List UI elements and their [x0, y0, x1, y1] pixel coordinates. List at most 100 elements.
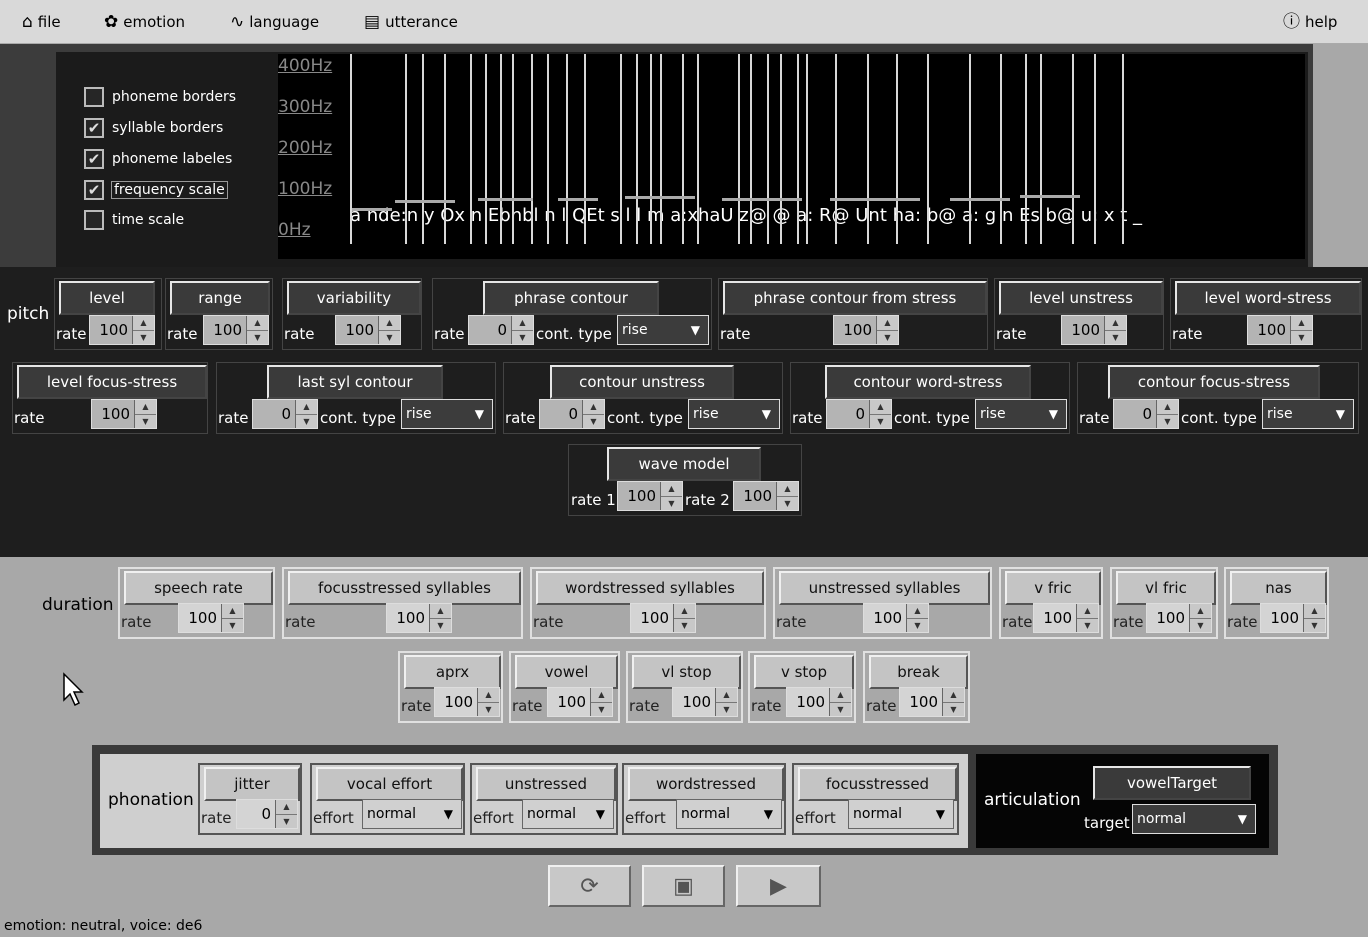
arrow-up-icon[interactable]: ▲ [222, 604, 243, 619]
arrow-up-icon[interactable]: ▲ [430, 604, 451, 619]
spinner-value[interactable]: 100 [1261, 604, 1303, 632]
checkbox-box[interactable] [84, 87, 104, 107]
arrow-down-icon[interactable]: ▼ [1105, 330, 1126, 344]
arrow-down-icon[interactable]: ▼ [674, 618, 695, 632]
spinner-arrows[interactable]: ▲ ▼ [660, 482, 682, 510]
phonation-wordstressed-effort-select[interactable]: normal ▼ [676, 799, 782, 829]
menu-emotion[interactable]: ✿ emotion [104, 10, 185, 34]
pitch-contour-unstress-rate-spinner[interactable]: 0 ▲ ▼ [539, 399, 605, 429]
checkbox-box[interactable]: ✔ [84, 180, 104, 200]
arrow-down-icon[interactable]: ▼ [478, 702, 499, 716]
menu-file[interactable]: ⌂ file [22, 10, 61, 34]
spinner-value[interactable]: 100 [787, 688, 829, 716]
pitch-last-syl-contour-button[interactable]: last syl contour [267, 365, 443, 399]
spinner-value[interactable]: 100 [387, 604, 429, 632]
phonation-vocal-effort-effort-select[interactable]: normal ▼ [362, 799, 462, 829]
spinner-value[interactable]: 100 [548, 688, 590, 716]
spinner-value[interactable]: 100 [864, 604, 906, 632]
arrow-up-icon[interactable]: ▲ [379, 316, 400, 331]
duration-focusstressed-syllables-rate-spinner[interactable]: 100 ▲ ▼ [386, 603, 452, 633]
spinner-arrows[interactable]: ▲ ▼ [132, 316, 154, 344]
phonation-focusstressed-effort-select[interactable]: normal ▼ [848, 799, 954, 829]
pitch-contour-word-stress-type-select[interactable]: rise ▼ [975, 399, 1067, 429]
arrow-down-icon[interactable]: ▼ [133, 330, 154, 344]
arrow-down-icon[interactable]: ▼ [877, 330, 898, 344]
arrow-down-icon[interactable]: ▼ [247, 330, 268, 344]
duration-nas-rate-spinner[interactable]: 100 ▲ ▼ [1260, 603, 1326, 633]
spinner-arrows[interactable]: ▲ ▼ [429, 604, 451, 632]
spinner-arrows[interactable]: ▲ ▼ [378, 316, 400, 344]
arrow-down-icon[interactable]: ▼ [907, 618, 928, 632]
duration-vl-stop-rate-spinner[interactable]: 100 ▲ ▼ [672, 687, 738, 717]
pitch-phrase-contour-from-stress-button[interactable]: phrase contour from stress [723, 281, 987, 315]
arrow-down-icon[interactable]: ▼ [830, 702, 851, 716]
spinner-arrows[interactable]: ▲ ▼ [715, 688, 737, 716]
pitch-contour-focus-stress-type-select[interactable]: rise ▼ [1262, 399, 1354, 429]
duration-unstressed-syllables-button[interactable]: unstressed syllables [779, 571, 990, 605]
arrow-up-icon[interactable]: ▲ [1157, 400, 1178, 415]
checkbox-box[interactable]: ✔ [84, 149, 104, 169]
spinner-value[interactable]: 100 [1147, 604, 1189, 632]
spinner-value[interactable]: 100 [631, 604, 673, 632]
duration-aprx-button[interactable]: aprx [404, 655, 501, 689]
spinner-value[interactable]: 0 [827, 400, 869, 428]
pitch-level-word-stress-button[interactable]: level word-stress [1175, 281, 1361, 315]
arrow-up-icon[interactable]: ▲ [135, 400, 156, 415]
arrow-up-icon[interactable]: ▲ [830, 688, 851, 703]
arrow-down-icon[interactable]: ▼ [716, 702, 737, 716]
arrow-up-icon[interactable]: ▲ [777, 482, 798, 497]
spinner-value[interactable]: 0 [469, 316, 511, 344]
spinner-value[interactable]: 100 [204, 316, 246, 344]
pitch-level-word-stress-rate-spinner[interactable]: 100 ▲ ▼ [1247, 315, 1313, 345]
duration-break-button[interactable]: break [869, 655, 968, 689]
arrow-down-icon[interactable]: ▼ [379, 330, 400, 344]
arrow-up-icon[interactable]: ▲ [512, 316, 533, 331]
pitch-last-syl-contour-rate-spinner[interactable]: 0 ▲ ▼ [252, 399, 318, 429]
arrow-down-icon[interactable]: ▼ [661, 496, 682, 510]
pitch-contour-word-stress-rate-spinner[interactable]: 0 ▲ ▼ [826, 399, 892, 429]
spinner-value[interactable]: 100 [618, 482, 660, 510]
pitch-last-syl-contour-type-select[interactable]: rise ▼ [401, 399, 493, 429]
spinner-arrows[interactable]: ▲ ▼ [1104, 316, 1126, 344]
arrow-down-icon[interactable]: ▼ [591, 702, 612, 716]
spinner-value[interactable]: 100 [1248, 316, 1290, 344]
pitch-level-focus-stress-rate-spinner[interactable]: 100 ▲ ▼ [91, 399, 157, 429]
target-select[interactable]: normal ▼ [1132, 804, 1256, 834]
duration-v-fric-rate-spinner[interactable]: 100 ▲ ▼ [1033, 603, 1099, 633]
arrow-up-icon[interactable]: ▲ [943, 688, 964, 703]
phonation-wordstressed-button[interactable]: wordstressed [628, 767, 784, 801]
arrow-down-icon[interactable]: ▼ [1077, 618, 1098, 632]
pitch-level-rate-spinner[interactable]: 100 ▲ ▼ [89, 315, 155, 345]
spinner-value[interactable]: 0 [1114, 400, 1156, 428]
spinner-arrows[interactable]: ▲ ▼ [134, 400, 156, 428]
phonation-unstressed-button[interactable]: unstressed [476, 767, 616, 801]
duration-vl-fric-button[interactable]: vl fric [1116, 571, 1216, 605]
duration-aprx-rate-spinner[interactable]: 100 ▲ ▼ [434, 687, 500, 717]
arrow-down-icon[interactable]: ▼ [1304, 618, 1325, 632]
pitch-range-button[interactable]: range [170, 281, 270, 315]
play-button[interactable]: ▶ [736, 865, 821, 907]
arrow-down-icon[interactable]: ▼ [943, 702, 964, 716]
spinner-value[interactable]: 100 [1034, 604, 1076, 632]
duration-focusstressed-syllables-button[interactable]: focusstressed syllables [288, 571, 521, 605]
spinner-arrows[interactable]: ▲ ▼ [776, 482, 798, 510]
pitch-contour-focus-stress-rate-spinner[interactable]: 0 ▲ ▼ [1113, 399, 1179, 429]
arrow-down-icon[interactable]: ▼ [1291, 330, 1312, 344]
spinner-value[interactable]: 100 [90, 316, 132, 344]
arrow-up-icon[interactable]: ▲ [296, 400, 317, 415]
arrow-up-icon[interactable]: ▲ [478, 688, 499, 703]
spinner-value[interactable]: 0 [237, 800, 275, 828]
arrow-up-icon[interactable]: ▲ [674, 604, 695, 619]
wave-model-button[interactable]: wave model [607, 447, 761, 481]
spinner-arrows[interactable]: ▲ ▼ [942, 688, 964, 716]
checkbox-4[interactable]: time scale [84, 209, 184, 231]
arrow-up-icon[interactable]: ▲ [716, 688, 737, 703]
spinner-arrows[interactable]: ▲ ▼ [590, 688, 612, 716]
duration-wordstressed-syllables-button[interactable]: wordstressed syllables [536, 571, 764, 605]
pitch-level-focus-stress-button[interactable]: level focus-stress [17, 365, 207, 399]
arrow-up-icon[interactable]: ▲ [1304, 604, 1325, 619]
checkbox-1[interactable]: ✔ syllable borders [84, 117, 223, 139]
checkbox-2[interactable]: ✔ phoneme labeles [84, 148, 232, 170]
spinner-value[interactable]: 100 [834, 316, 876, 344]
spinner-value[interactable]: 0 [540, 400, 582, 428]
